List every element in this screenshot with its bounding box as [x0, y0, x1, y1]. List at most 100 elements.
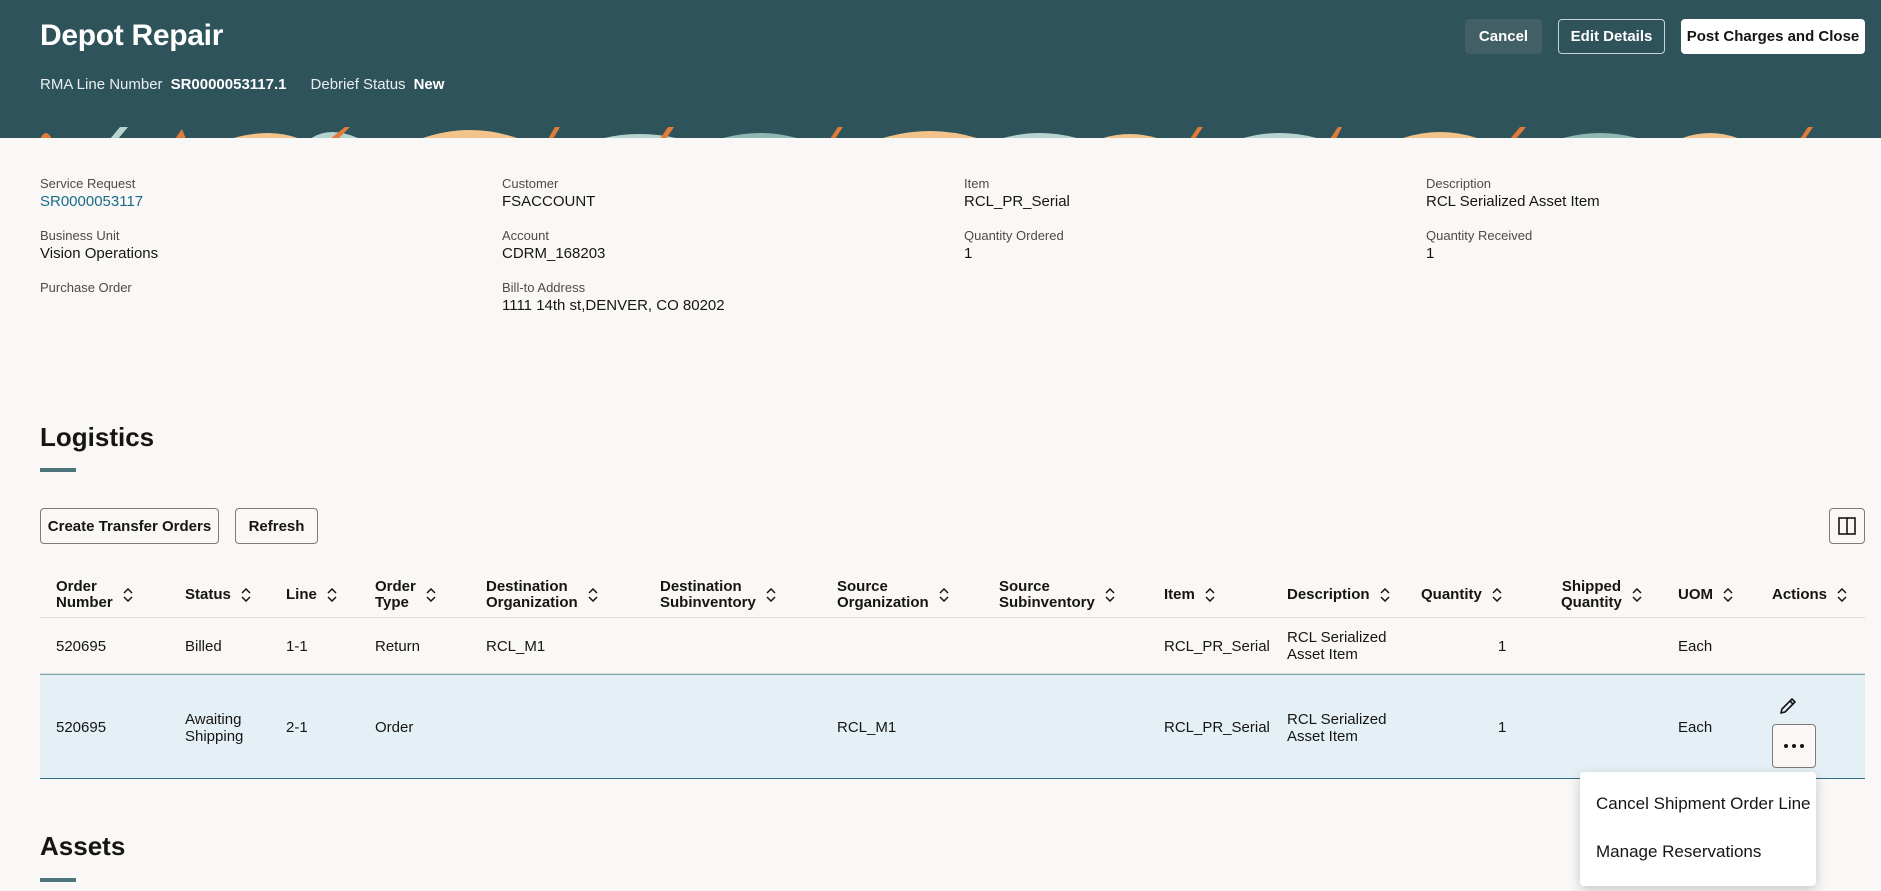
header-meta: RMA Line Number SR0000053117.1 Debrief St… [40, 76, 444, 93]
sort-icon[interactable] [1379, 588, 1390, 602]
cell-uom: Each [1678, 638, 1713, 655]
column-header-uom[interactable]: UOM [1678, 573, 1733, 617]
header-line: Destination [486, 578, 568, 595]
field-label: Item [964, 176, 990, 191]
refresh-button[interactable]: Refresh [235, 508, 318, 544]
debrief-label: Debrief Status [310, 76, 406, 93]
header-line: Source [999, 578, 1050, 595]
field-value: RCL_PR_Serial [964, 193, 1070, 210]
service-request-field: Service Request SR0000053117 [40, 176, 143, 210]
cell-order-number: 520695 [56, 638, 107, 655]
page-header: Depot Repair RMA Line Number SR0000053117… [0, 0, 1881, 126]
column-header-source-subinventory[interactable]: Source Subinventory [999, 573, 1115, 617]
sort-icon[interactable] [327, 588, 337, 602]
cell-source-organization: RCL_M1 [837, 719, 897, 736]
quantity-ordered-field: Quantity Ordered 1 [964, 228, 1064, 262]
cell-destination-organization: RCL_M1 [486, 638, 546, 655]
edit-details-button[interactable]: Edit Details [1558, 19, 1665, 54]
page-title: Depot Repair [40, 19, 224, 52]
header-line: Quantity [1561, 594, 1622, 611]
column-header-description[interactable]: Description [1287, 573, 1390, 617]
field-label: Bill-to Address [502, 280, 586, 295]
table-row[interactable] [40, 617, 1865, 674]
column-header-quantity[interactable]: Quantity [1421, 573, 1502, 617]
logistics-heading: Logistics [40, 422, 155, 452]
sort-icon[interactable] [588, 588, 598, 602]
sort-icon[interactable] [426, 588, 436, 602]
create-transfer-orders-button[interactable]: Create Transfer Orders [40, 508, 219, 544]
cancel-button[interactable]: Cancel [1465, 19, 1542, 54]
sort-icon[interactable] [1205, 588, 1215, 602]
cell-quantity: 1 [1498, 719, 1507, 736]
sort-icon[interactable] [1837, 588, 1847, 602]
field-value: CDRM_168203 [502, 245, 606, 262]
field-label: Business Unit [40, 228, 120, 243]
cell-description: RCL Serialized Asset Item [1287, 629, 1387, 663]
table-row-selected[interactable] [40, 674, 1865, 779]
header-line: Shipped [1561, 578, 1621, 595]
header-line: Source [837, 578, 888, 595]
cell-description-line: RCL Serialized [1287, 629, 1387, 646]
menu-item-cancel-shipment-order-line[interactable]: Cancel Shipment Order Line [1596, 794, 1811, 814]
column-header-item[interactable]: Item [1164, 573, 1215, 617]
sort-icon[interactable] [1105, 588, 1115, 602]
cell-status-line: Awaiting [185, 711, 242, 728]
header-line: Item [1164, 586, 1195, 603]
sort-icon[interactable] [1492, 588, 1502, 602]
cell-order-number: 520695 [56, 719, 107, 736]
header-line: Quantity [1421, 586, 1482, 603]
field-label: Service Request [40, 176, 136, 191]
rma-value: SR0000053117.1 [170, 76, 287, 93]
header-line: Order [56, 578, 97, 595]
field-value: FSACCOUNT [502, 193, 596, 210]
business-unit-field: Business Unit Vision Operations [40, 228, 158, 262]
menu-item-manage-reservations[interactable]: Manage Reservations [1596, 842, 1761, 862]
column-header-order-number[interactable]: Order Number [56, 573, 133, 617]
column-header-line[interactable]: Line [286, 573, 337, 617]
column-header-status[interactable]: Status [185, 573, 251, 617]
edit-pencil-icon[interactable] [1778, 696, 1798, 716]
cell-item: RCL_PR_Serial [1164, 638, 1270, 655]
sort-icon[interactable] [939, 588, 949, 602]
item-field: Item RCL_PR_Serial [964, 176, 1070, 210]
cell-description-line: RCL Serialized [1287, 711, 1387, 728]
header-line: Organization [837, 594, 929, 611]
cell-description-line: Asset Item [1287, 728, 1358, 745]
sort-icon[interactable] [241, 588, 251, 602]
header-line: UOM [1678, 586, 1713, 603]
more-actions-button[interactable] [1772, 724, 1816, 768]
sort-icon[interactable] [1632, 588, 1642, 602]
sort-icon[interactable] [123, 588, 133, 602]
header-line: Order [375, 578, 416, 595]
logistics-underline [40, 468, 76, 472]
column-toggle-button[interactable] [1829, 508, 1865, 544]
post-charges-and-close-button[interactable]: Post Charges and Close [1681, 19, 1865, 54]
description-field: Description RCL Serialized Asset Item [1426, 176, 1600, 210]
account-field: Account CDRM_168203 [502, 228, 605, 262]
sort-icon[interactable] [766, 588, 776, 602]
header-line: Subinventory [999, 594, 1095, 611]
column-header-destination-organization[interactable]: Destination Organization [486, 573, 598, 617]
field-label: Description [1426, 176, 1492, 191]
split-panel-icon [1838, 517, 1856, 535]
cell-status: Billed [185, 638, 222, 655]
column-header-shipped-quantity[interactable]: Shipped Quantity [1561, 573, 1642, 617]
assets-heading: Assets [40, 831, 126, 861]
cell-status: Awaiting Shipping [185, 711, 243, 745]
service-request-link[interactable]: SR0000053117 [40, 193, 143, 210]
header-line: Actions [1772, 586, 1828, 603]
column-header-order-type[interactable]: Order Type [375, 573, 436, 617]
sort-icon[interactable] [1723, 588, 1733, 602]
customer-field: Customer FSACCOUNT [502, 176, 595, 210]
cell-quantity: 1 [1498, 638, 1507, 655]
column-header-source-organization[interactable]: Source Organization [837, 573, 949, 617]
cell-uom: Each [1678, 719, 1713, 736]
rma-line-number: RMA Line Number SR0000053117.1 [40, 76, 287, 93]
header-decorative-banner [0, 126, 1881, 138]
column-header-destination-subinventory[interactable]: Destination Subinventory [660, 573, 776, 617]
field-value: 1111 14th st,DENVER, CO 80202 [502, 297, 725, 314]
column-header-actions[interactable]: Actions [1772, 573, 1847, 617]
purchase-order-field: Purchase Order [40, 280, 132, 297]
field-value: 1 [1426, 245, 1435, 262]
ellipsis-dot [1792, 744, 1796, 748]
